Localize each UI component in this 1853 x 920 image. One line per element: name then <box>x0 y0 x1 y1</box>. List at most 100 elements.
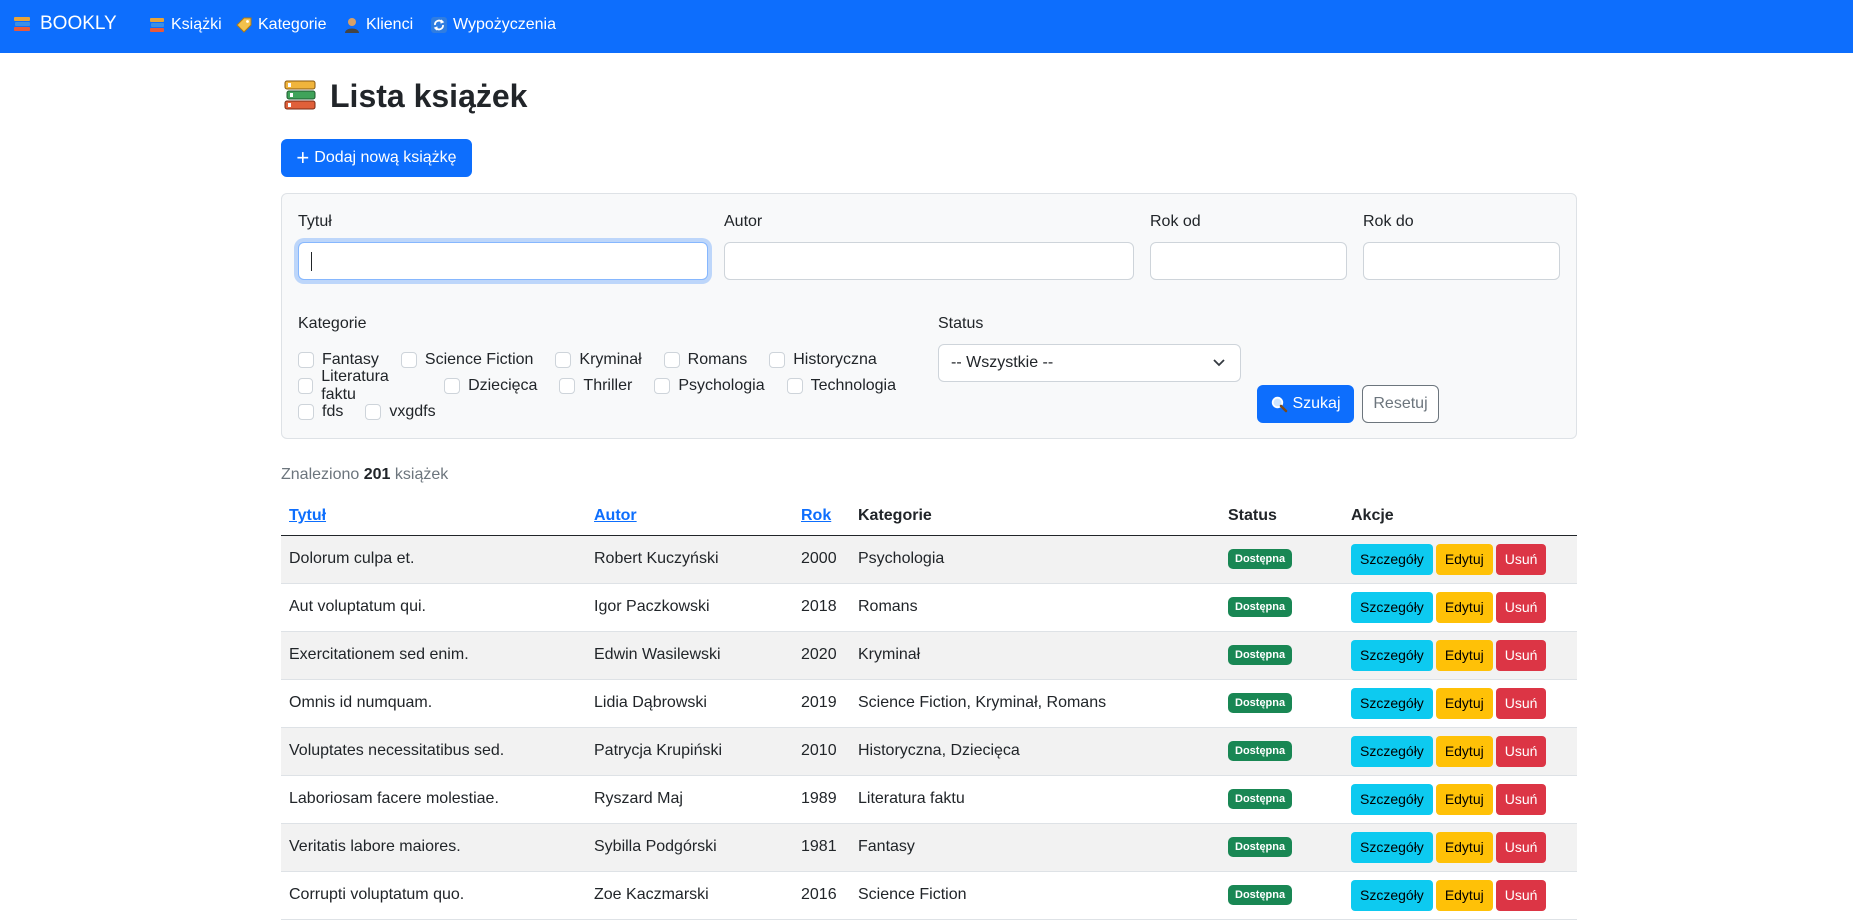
checkbox[interactable] <box>769 352 786 368</box>
cell-author: Edwin Wasilewski <box>586 631 793 680</box>
table-row: Dolorum culpa et. Robert Kuczyński 2000 Psy… <box>281 535 1577 584</box>
edit-button[interactable]: Edytuj <box>1435 591 1493 623</box>
delete-button[interactable]: Usuń <box>1495 735 1547 767</box>
category-checkbox[interactable]: Thriller <box>559 377 632 395</box>
add-book-button[interactable]: + Dodaj nową książkę <box>281 139 472 177</box>
year-to-input[interactable] <box>1363 242 1560 280</box>
title-filter-input[interactable] <box>298 242 708 280</box>
delete-button[interactable]: Usuń <box>1495 687 1547 719</box>
sort-author-link[interactable]: Autor <box>594 507 637 524</box>
table-row: Veritatis labore maiores. Sybilla Podgórs… <box>281 823 1577 872</box>
title-filter-label: Tytuł <box>298 213 332 230</box>
column-header-categories: Kategorie <box>850 497 1220 536</box>
categories-filter-label: Kategorie <box>298 315 367 332</box>
category-checkbox[interactable]: Romans <box>663 351 747 369</box>
category-checkbox[interactable]: vxgdfs <box>365 403 436 421</box>
edit-button[interactable]: Edytuj <box>1435 543 1493 575</box>
nav-item-books[interactable]: Książki <box>147 15 222 35</box>
checkbox[interactable] <box>298 404 314 420</box>
brand-link[interactable]: BOOKLY <box>12 13 117 35</box>
chevron-down-icon <box>1212 355 1226 369</box>
tag-icon <box>234 15 254 35</box>
status-badge: Dostępna <box>1228 885 1293 905</box>
details-button[interactable]: Szczegóły <box>1351 783 1433 815</box>
checkbox[interactable] <box>555 352 572 368</box>
category-checkbox[interactable]: fds <box>298 403 343 421</box>
category-checkbox[interactable]: Fantasy <box>298 351 379 369</box>
edit-button[interactable]: Edytuj <box>1435 879 1493 911</box>
category-checkbox-group: Fantasy Science Fiction Kryminał Romans … <box>298 347 918 425</box>
edit-button[interactable]: Edytuj <box>1435 735 1493 767</box>
category-checkbox[interactable]: Kryminał <box>555 351 642 369</box>
nav-label: Kategorie <box>258 16 327 33</box>
checkbox[interactable] <box>654 378 671 394</box>
delete-button[interactable]: Usuń <box>1495 591 1547 623</box>
cell-actions: Szczegóły Edytuj Usuń <box>1343 583 1577 632</box>
category-checkbox[interactable]: Science Fiction <box>400 351 533 369</box>
delete-button[interactable]: Usuń <box>1495 831 1547 863</box>
user-icon <box>342 15 362 35</box>
edit-button[interactable]: Edytuj <box>1435 687 1493 719</box>
checkbox[interactable] <box>400 352 417 368</box>
top-navbar: BOOKLY Książki Kategorie Klienci Wypożyc… <box>0 0 1853 53</box>
edit-button[interactable]: Edytuj <box>1435 783 1493 815</box>
details-button[interactable]: Szczegóły <box>1351 687 1433 719</box>
sort-year-link[interactable]: Rok <box>801 507 831 524</box>
delete-button[interactable]: Usuń <box>1495 639 1547 671</box>
details-button[interactable]: Szczegóły <box>1351 591 1433 623</box>
checkbox[interactable] <box>365 404 382 420</box>
search-button[interactable]: Szukaj <box>1257 385 1354 423</box>
page-heading: Lista książek <box>330 77 528 114</box>
edit-button[interactable]: Edytuj <box>1435 639 1493 671</box>
cell-status: Dostępna <box>1220 823 1343 872</box>
nav-item-rentals[interactable]: Wypożyczenia <box>429 15 556 35</box>
cell-status: Dostępna <box>1220 535 1343 584</box>
delete-button[interactable]: Usuń <box>1495 879 1547 911</box>
cell-author: Sybilla Podgórski <box>586 823 793 872</box>
status-badge: Dostępna <box>1228 789 1293 809</box>
edit-button[interactable]: Edytuj <box>1435 831 1493 863</box>
reset-button[interactable]: Resetuj <box>1362 385 1439 423</box>
cell-year: 2019 <box>793 679 850 728</box>
delete-button[interactable]: Usuń <box>1495 543 1547 575</box>
checkbox[interactable] <box>444 378 461 394</box>
add-book-label: Dodaj nową książkę <box>314 149 457 166</box>
details-button[interactable]: Szczegóły <box>1351 879 1433 911</box>
category-checkbox[interactable]: Psychologia <box>654 377 765 395</box>
cell-year: 1981 <box>793 823 850 872</box>
cell-categories: Literatura faktu <box>850 775 1220 824</box>
delete-button[interactable]: Usuń <box>1495 783 1547 815</box>
nav-item-clients[interactable]: Klienci <box>342 15 413 35</box>
details-button[interactable]: Szczegóły <box>1351 735 1433 767</box>
status-badge: Dostępna <box>1228 549 1293 569</box>
cell-title: Exercitationem sed enim. <box>281 631 586 680</box>
column-header-title[interactable]: Tytuł <box>281 497 586 536</box>
checkbox[interactable] <box>786 378 803 394</box>
column-header-actions: Akcje <box>1343 497 1577 536</box>
search-icon <box>1270 395 1288 413</box>
sort-title-link[interactable]: Tytuł <box>289 507 326 524</box>
category-checkbox[interactable]: Literatura faktu <box>298 368 422 404</box>
status-select[interactable]: -- Wszystkie -- <box>938 344 1241 382</box>
cell-title: Voluptates necessitatibus sed. <box>281 727 586 776</box>
cell-categories: Fantasy <box>850 823 1220 872</box>
details-button[interactable]: Szczegóły <box>1351 543 1433 575</box>
details-button[interactable]: Szczegóły <box>1351 831 1433 863</box>
cell-actions: Szczegóły Edytuj Usuń <box>1343 823 1577 872</box>
table-row: Corrupti voluptatum quo. Zoe Kaczmarski 20… <box>281 871 1577 920</box>
details-button[interactable]: Szczegóły <box>1351 639 1433 671</box>
checkbox[interactable] <box>298 378 314 394</box>
year-from-input[interactable] <box>1150 242 1347 280</box>
checkbox[interactable] <box>559 378 576 394</box>
checkbox[interactable] <box>663 352 680 368</box>
nav-label: Wypożyczenia <box>453 16 557 33</box>
category-checkbox[interactable]: Historyczna <box>769 351 877 369</box>
author-filter-input[interactable] <box>724 242 1134 280</box>
column-header-author[interactable]: Autor <box>586 497 793 536</box>
category-checkbox[interactable]: Dziecięca <box>444 377 537 395</box>
category-checkbox[interactable]: Technologia <box>786 377 896 395</box>
checkbox[interactable] <box>298 352 314 368</box>
nav-item-categories[interactable]: Kategorie <box>234 15 327 35</box>
column-header-year[interactable]: Rok <box>793 497 850 536</box>
status-badge: Dostępna <box>1228 645 1293 665</box>
